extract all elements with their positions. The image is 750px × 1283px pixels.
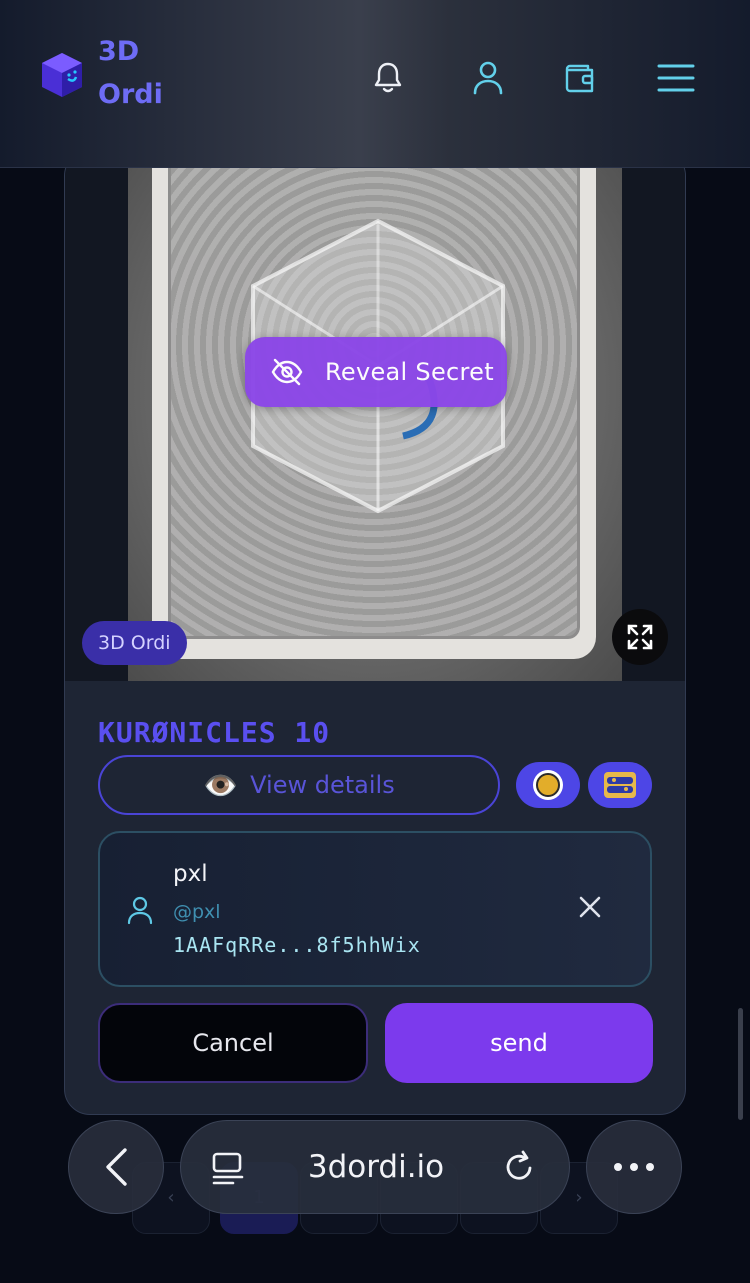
view-details-button[interactable]: 👁️ View details [98,755,500,815]
collection-badge[interactable]: 3D Ordi [82,621,187,665]
reveal-secret-button[interactable]: Reveal Secret [245,337,507,407]
chevron-left-icon [106,1148,127,1186]
more-button[interactable] [586,1120,682,1214]
user-icon[interactable] [468,58,508,98]
app-header: 3D Ordi [0,0,750,168]
reload-icon[interactable] [503,1149,537,1185]
item-media: Reveal Secret 3D Ordi [65,151,685,681]
cube-logo-icon [42,53,82,97]
back-button[interactable] [68,1120,164,1214]
menu-icon[interactable] [656,58,696,98]
user-icon [127,896,153,925]
scrollbar[interactable] [738,1008,743,1120]
eye-off-icon [271,358,303,386]
send-button[interactable]: send [385,1003,653,1083]
bell-icon[interactable] [368,58,408,98]
view-details-label: View details [250,771,395,799]
close-icon[interactable] [578,895,602,919]
recipient-handle: @pxl [173,901,221,923]
recipient-address: 1AAFqRRe...8f5hhWix [173,933,421,957]
recipient-card: pxl @pxl 1AAFqRRe...8f5hhWix [98,831,652,987]
item-card: Reveal Secret 3D Ordi KURØNICLES 10 👁️ V… [64,150,686,1115]
eye-icon: 👁️ [203,768,239,802]
item-image [128,151,622,681]
address-bar[interactable]: 3dordi.io [180,1120,570,1214]
wallet-icon[interactable] [560,58,600,98]
logo[interactable]: 3D Ordi [40,30,163,116]
more-dots-icon [614,1163,654,1171]
recipient-name: pxl [173,861,208,887]
logo-line-1: 3D [98,36,140,67]
reveal-secret-label: Reveal Secret [325,358,494,386]
coin-toggle-button[interactable] [516,762,580,808]
logo-line-2: Ordi [98,79,163,110]
fullscreen-button[interactable] [612,609,668,665]
expand-icon [627,624,653,650]
chain-icon [604,772,636,798]
item-title: KURØNICLES 10 [98,716,331,749]
logo-text: 3D Ordi [98,30,163,116]
coin-icon [533,770,563,800]
chain-toggle-button[interactable] [588,762,652,808]
cancel-button[interactable]: Cancel [98,1003,368,1083]
